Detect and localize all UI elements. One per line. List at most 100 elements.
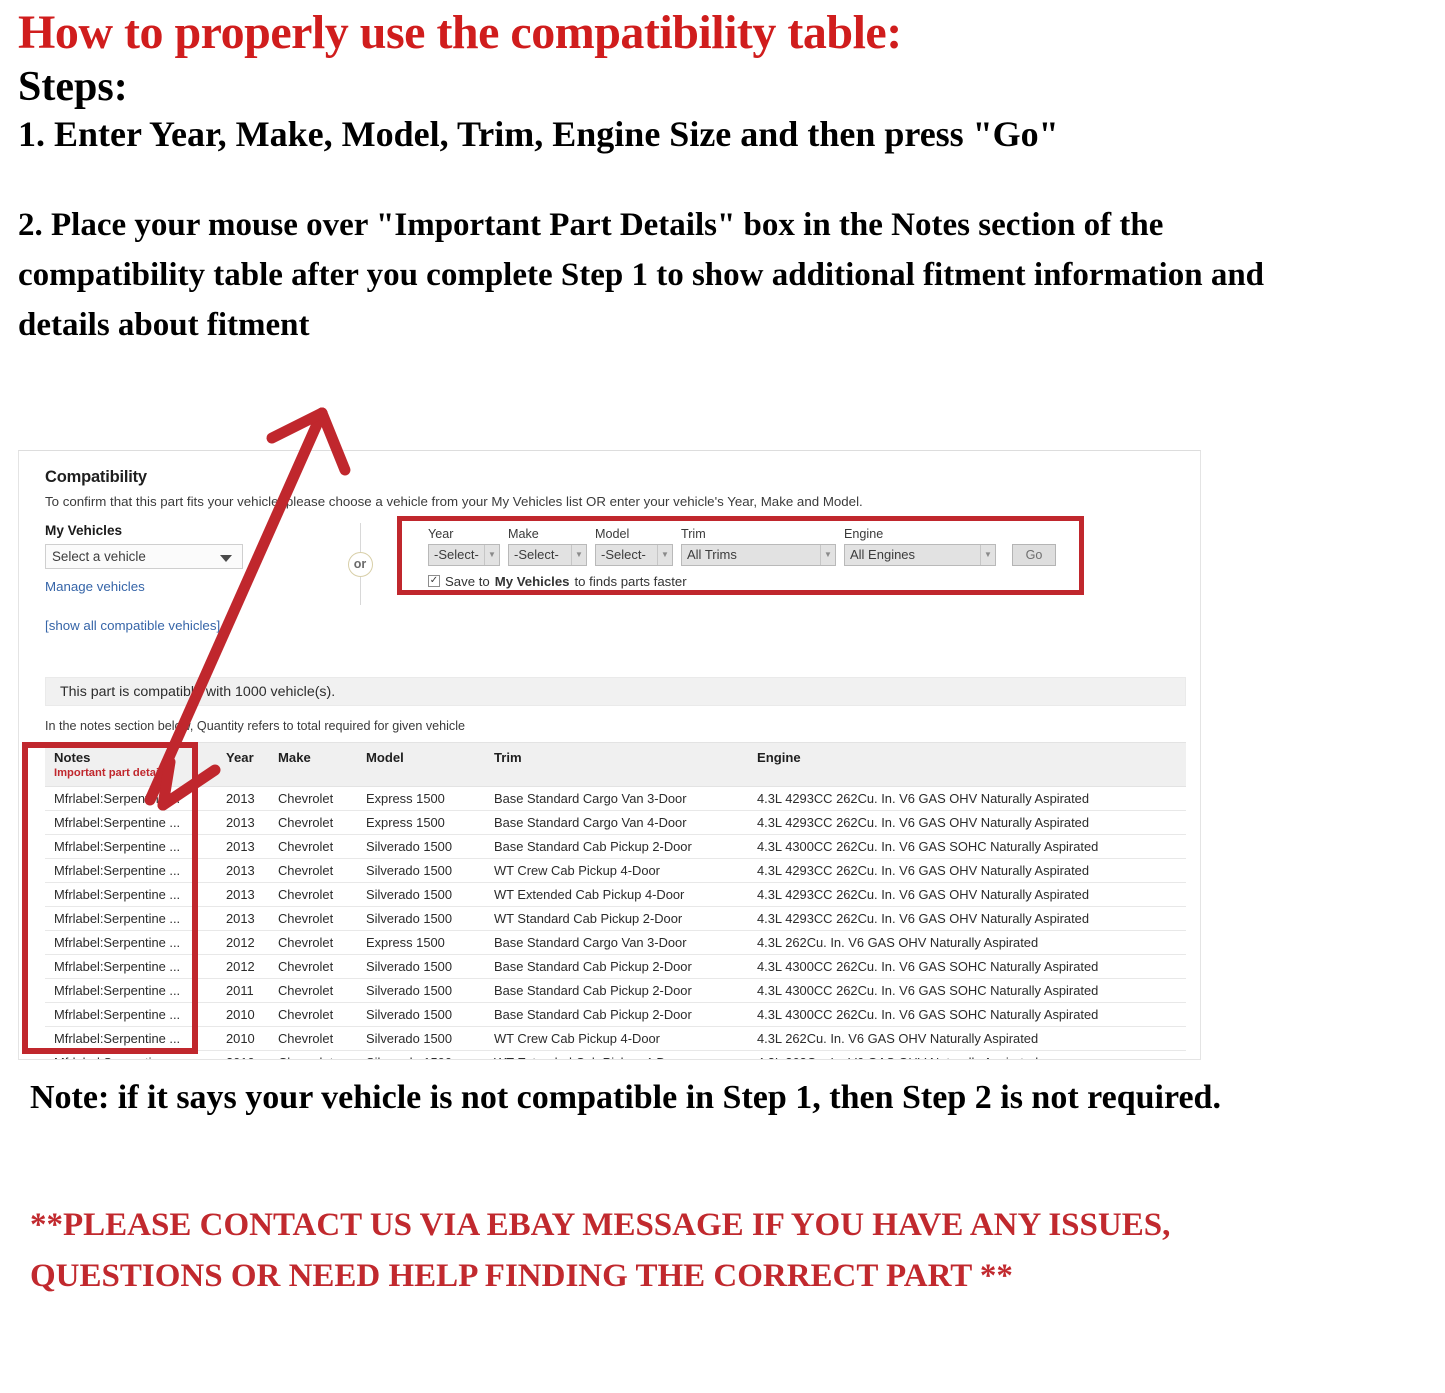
cell-make: Chevrolet: [269, 786, 357, 811]
make-label: Make: [508, 527, 539, 541]
make-select[interactable]: -Select- ▼: [508, 543, 587, 566]
compatibility-table-body: Mfrlabel:Serpentine ... 2013 Chevrolet Expr…: [45, 786, 1186, 1059]
trim-value: All Trims: [687, 547, 737, 563]
save-text-after: to finds parts faster: [574, 573, 687, 589]
cell-make: Chevrolet: [269, 1026, 357, 1051]
year-label: Year: [428, 527, 454, 541]
footer-note-text: Note: if it says your vehicle is not com…: [30, 1079, 1221, 1116]
cell-engine: 4.3L 262Cu. In. V6 GAS OHV Naturally Asp…: [748, 1050, 1186, 1059]
instructions-block: How to properly use the compatibility ta…: [0, 0, 1445, 350]
my-vehicles-label: My Vehicles: [45, 523, 123, 538]
my-vehicles-selected-value: Select a vehicle: [52, 549, 146, 564]
cell-model: Silverado 1500: [357, 906, 485, 931]
make-value: -Select-: [514, 547, 559, 563]
cell-trim: WT Extended Cab Pickup 4-Door: [485, 882, 748, 907]
cell-year: 2011: [217, 978, 269, 1003]
cell-engine: 4.3L 4300CC 262Cu. In. V6 GAS SOHC Natur…: [748, 1002, 1186, 1027]
cell-make: Chevrolet: [269, 1050, 357, 1059]
table-row: Mfrlabel:Serpentine ... 2013 Chevrolet Silv…: [45, 906, 1186, 931]
cell-engine: 4.3L 262Cu. In. V6 GAS OHV Naturally Asp…: [748, 1026, 1186, 1051]
save-text-before: Save to: [445, 573, 490, 589]
chevron-down-icon: ▼: [484, 544, 499, 565]
trim-field: Trim All Trims ▼: [681, 527, 836, 566]
table-header-row: Notes Important part details Year Make M…: [45, 742, 1186, 787]
engine-field: Engine All Engines ▼: [844, 527, 996, 566]
cell-notes: Mfrlabel:Serpentine ...: [45, 810, 217, 835]
table-row: Mfrlabel:Serpentine ... 2013 Chevrolet Expr…: [45, 810, 1186, 835]
cell-engine: 4.3L 4293CC 262Cu. In. V6 GAS OHV Natura…: [748, 810, 1186, 835]
table-row: Mfrlabel:Serpentine ... 2013 Chevrolet Silv…: [45, 882, 1186, 907]
cell-engine: 4.3L 4300CC 262Cu. In. V6 GAS SOHC Natur…: [748, 978, 1186, 1003]
cell-year: 2013: [217, 786, 269, 811]
table-row: Mfrlabel:Serpentine ... 2013 Chevrolet Silv…: [45, 858, 1186, 883]
compatibility-subtext: To confirm that this part fits your vehi…: [45, 494, 863, 509]
steps-label: Steps:: [18, 63, 128, 110]
cell-engine: 4.3L 262Cu. In. V6 GAS OHV Naturally Asp…: [748, 930, 1186, 955]
show-all-compatible-vehicles-link[interactable]: [show all compatible vehicles]: [45, 618, 295, 633]
compatibility-table: Notes Important part details Year Make M…: [45, 742, 1186, 1059]
cell-year: 2013: [217, 906, 269, 931]
table-row: Mfrlabel:Serpentine ... 2013 Chevrolet Expr…: [45, 786, 1186, 811]
cell-trim: Base Standard Cargo Van 4-Door: [485, 810, 748, 835]
cell-make: Chevrolet: [269, 882, 357, 907]
step-two-text: 2. Place your mouse over "Important Part…: [18, 206, 1265, 343]
chevron-down-icon: ▼: [571, 544, 586, 565]
cell-year: 2010: [217, 1026, 269, 1051]
column-header-make: Make: [269, 742, 357, 787]
table-row: Mfrlabel:Serpentine ... 2012 Chevrolet Expr…: [45, 930, 1186, 955]
year-value: -Select-: [434, 547, 479, 563]
model-label: Model: [595, 527, 630, 541]
table-row: Mfrlabel:Serpentine ...2010ChevroletSilv…: [45, 1002, 1186, 1027]
chevron-down-icon: [220, 554, 232, 562]
my-vehicles-select[interactable]: Select a vehicle: [45, 544, 243, 569]
column-header-notes-label: Notes: [54, 750, 91, 765]
cell-year: 2013: [217, 858, 269, 883]
column-header-year: Year: [217, 742, 269, 787]
cell-trim: WT Standard Cab Pickup 2-Door: [485, 906, 748, 931]
table-row: Mfrlabel:Serpentine ... 2012 Chevrolet Silv…: [45, 954, 1186, 979]
engine-select[interactable]: All Engines ▼: [844, 543, 996, 566]
cell-trim: WT Crew Cab Pickup 4-Door: [485, 858, 748, 883]
notes-quantity-hint: In the notes section below, Quantity ref…: [45, 719, 466, 733]
cell-make: Chevrolet: [269, 1002, 357, 1027]
footer-contact-text: **PLEASE CONTACT US VIA EBAY MESSAGE IF …: [30, 1207, 1171, 1295]
cell-model: Express 1500: [357, 786, 485, 811]
compatible-count-banner: This part is compatible with 1000 vehicl…: [45, 677, 1186, 706]
year-select[interactable]: -Select- ▼: [428, 543, 500, 566]
go-button[interactable]: Go: [1012, 543, 1056, 566]
cell-engine: 4.3L 4293CC 262Cu. In. V6 GAS OHV Natura…: [748, 858, 1186, 883]
save-to-my-vehicles-checkbox[interactable]: ✓: [428, 575, 440, 588]
model-select[interactable]: -Select- ▼: [595, 543, 673, 566]
cell-model: Silverado 1500: [357, 1002, 485, 1027]
cell-notes: Mfrlabel:Serpentine ...: [45, 882, 217, 907]
cell-year: 2012: [217, 930, 269, 955]
column-header-engine: Engine: [748, 742, 1186, 787]
cell-make: Chevrolet: [269, 906, 357, 931]
cell-year: 2010: [217, 1050, 269, 1059]
cell-notes: Mfrlabel:Serpentine ...: [45, 978, 217, 1003]
compatibility-heading: Compatibility: [45, 468, 147, 486]
cell-notes: Mfrlabel:Serpentine ...: [45, 1026, 217, 1051]
cell-trim: Base Standard Cab Pickup 2-Door: [485, 1002, 748, 1027]
engine-value: All Engines: [850, 547, 916, 563]
cell-model: Silverado 1500: [357, 882, 485, 907]
cell-notes: Mfrlabel:Serpentine ...: [45, 786, 217, 811]
chevron-down-icon: ▼: [820, 544, 835, 565]
cell-make: Chevrolet: [269, 954, 357, 979]
or-divider-line-top: [359, 523, 361, 552]
cell-engine: 4.3L 4293CC 262Cu. In. V6 GAS OHV Natura…: [748, 906, 1186, 931]
model-field: Model -Select- ▼: [595, 527, 673, 566]
or-divider-line-bottom: [359, 576, 361, 605]
save-to-my-vehicles-row[interactable]: ✓ Save to My Vehicles to finds parts fas…: [428, 574, 1079, 589]
make-field: Make -Select- ▼: [508, 527, 587, 566]
step-one-text: 1. Enter Year, Make, Model, Trim, Engine…: [18, 114, 1059, 155]
column-header-model: Model: [357, 742, 485, 787]
chevron-down-icon: ▼: [657, 544, 672, 565]
cell-notes: Mfrlabel:Serpentine ...: [45, 930, 217, 955]
cell-model: Express 1500: [357, 930, 485, 955]
save-text-bold: My Vehicles: [494, 573, 570, 589]
trim-select[interactable]: All Trims ▼: [681, 543, 836, 566]
cell-trim: Base Standard Cab Pickup 2-Door: [485, 954, 748, 979]
cell-notes: Mfrlabel:Serpentine ...: [45, 858, 217, 883]
manage-vehicles-link[interactable]: Manage vehicles: [45, 579, 295, 594]
